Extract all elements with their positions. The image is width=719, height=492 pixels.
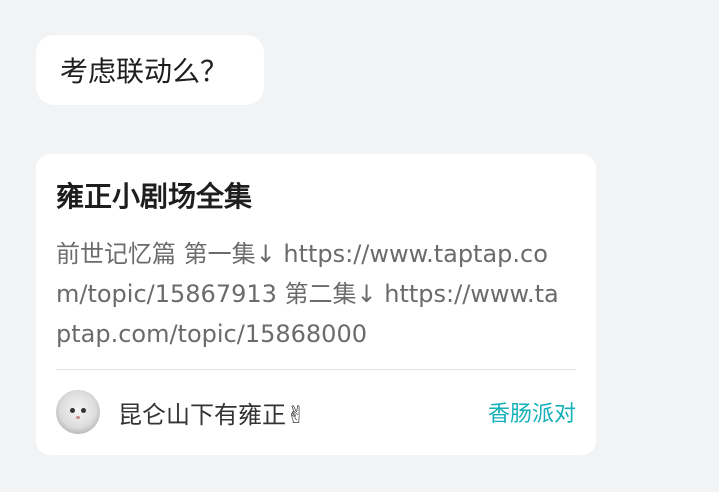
group-link[interactable]: 香肠派对 [488,396,576,428]
author-name[interactable]: 昆仑山下有雍正✌ [118,395,306,430]
page: 考虑联动么？ 雍正小剧场全集 前世记忆篇 第一集↓ https://www.ta… [0,0,719,492]
comment-bubble: 考虑联动么？ [36,35,265,105]
avatar[interactable] [56,390,100,434]
divider [56,369,576,370]
post-title[interactable]: 雍正小剧场全集 [56,178,252,216]
avatar-nose [76,416,80,419]
avatar-eye-right [81,408,86,413]
post-excerpt: 前世记忆篇 第一集↓ https://www.taptap.com/topic/… [56,240,559,348]
post-card[interactable]: 雍正小剧场全集 前世记忆篇 第一集↓ https://www.taptap.co… [36,154,596,455]
post-footer: 昆仑山下有雍正✌ 香肠派对 [56,390,576,434]
comment-text: 考虑联动么？ [60,55,229,88]
avatar-eye-left [70,408,75,413]
